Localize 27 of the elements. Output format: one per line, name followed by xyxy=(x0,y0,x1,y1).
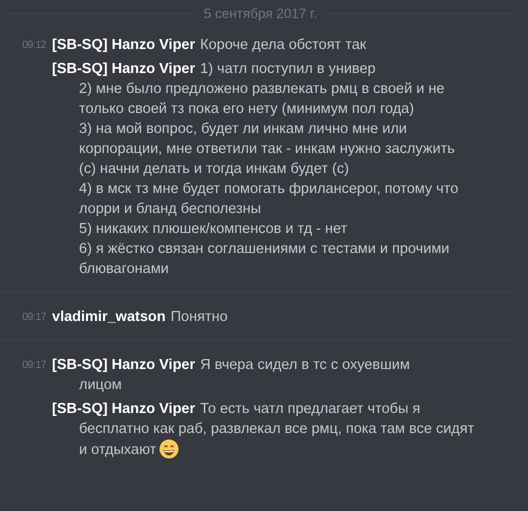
message-text: только своей тз пока его нету (минимум пол года) xyxy=(79,101,414,117)
message-text: и отдыхают xyxy=(79,442,156,458)
username[interactable]: [SB-SQ] Hanzo Viper xyxy=(52,401,196,417)
date-divider: 5 сентября 2017 г. xyxy=(204,6,318,21)
message-text: Я вчера сидел в тс с охуевшим xyxy=(200,357,410,373)
message-text: (с) начни делать и тогда инкам будет (с) xyxy=(79,161,349,177)
message-text: 2) мне было предложено развлекать рмц в своей и не xyxy=(79,81,444,97)
message-text: бесплатно как раб, развлекал все рмц, пока там все сидят xyxy=(79,421,474,437)
message-text: блювагонами xyxy=(79,261,169,277)
username[interactable]: [SB-SQ] Hanzo Viper xyxy=(52,357,196,373)
message-text: Понятно xyxy=(170,309,228,325)
message-text: Короче дела обстоят так xyxy=(200,37,366,53)
username[interactable]: [SB-SQ] Hanzo Viper xyxy=(52,61,196,77)
message-text: лицом xyxy=(79,377,122,393)
timestamp: 09:12 xyxy=(21,38,47,53)
message-text: лорри и бланд бесполезны xyxy=(79,201,262,217)
message-text: 1) чатл поступил в универ xyxy=(200,61,376,77)
username[interactable]: vladimir_watson xyxy=(52,309,166,325)
message-text: 6) я жёстко связан соглашениями с тестами и прочими xyxy=(79,241,450,257)
message-text: 5) никаких плюшек/компенсов и тд - нет xyxy=(79,221,348,237)
message-text: корпорации, мне ответили так - инкам нужно заслужить xyxy=(79,141,455,157)
message-text: 4) в мск тз мне будет помогать фрилансерог, потому что xyxy=(79,181,458,197)
timestamp: 09:17 xyxy=(21,310,47,325)
message-text: 3) на мой вопрос, будет ли инкам лично мне или xyxy=(79,121,407,137)
message-text: То есть чатл предлагает чтобы я xyxy=(200,401,420,417)
username[interactable]: [SB-SQ] Hanzo Viper xyxy=(52,37,196,53)
timestamp: 09:17 xyxy=(21,358,47,373)
